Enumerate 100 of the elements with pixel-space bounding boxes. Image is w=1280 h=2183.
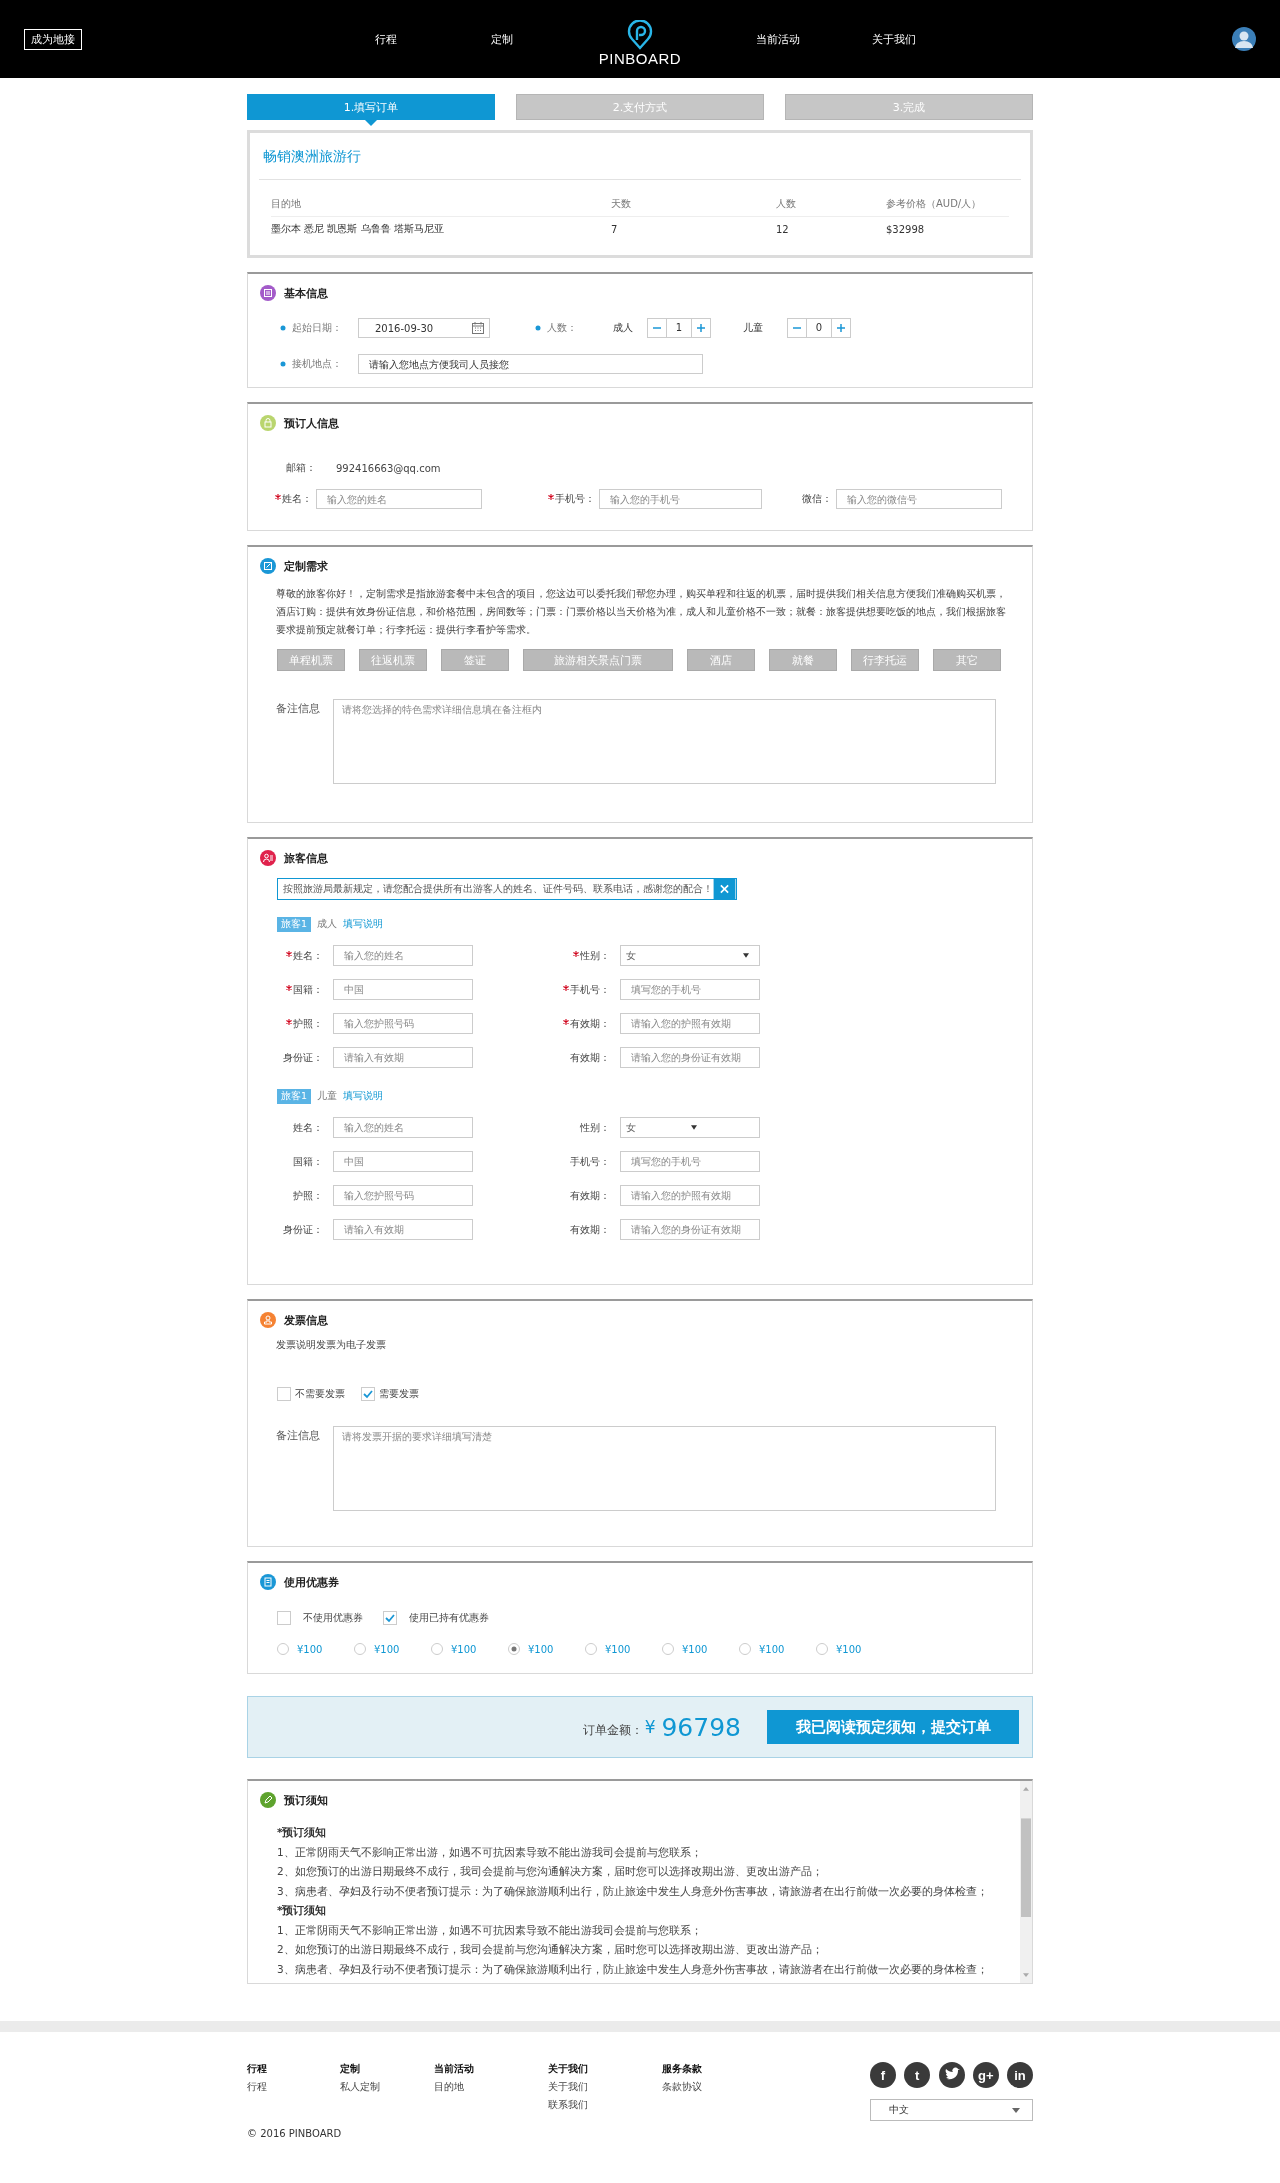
language-select[interactable]: 中文 (870, 2099, 1033, 2121)
nav-link[interactable]: 行程 (328, 31, 444, 47)
help-link[interactable]: 填写说明 (343, 1089, 384, 1103)
note-textarea[interactable]: 请将发票开据的要求详细填写清楚 (333, 1426, 996, 1511)
close-icon[interactable] (713, 879, 736, 899)
field-label: 护照： (293, 1016, 323, 1031)
coupon-amount: ¥100 (528, 1643, 554, 1655)
help-link[interactable]: 填写说明 (343, 917, 384, 931)
input-field[interactable]: 输入您的姓名 (333, 1117, 473, 1138)
checkbox[interactable] (277, 1387, 291, 1401)
nav-link[interactable]: 定制 (444, 31, 560, 47)
notice-item: 1、正常阴雨天气不影响正常出游，如遇不可抗因素导致不能出游我司会提前与您联系； (277, 1922, 703, 1938)
radio-button[interactable] (277, 1643, 289, 1655)
input-field[interactable]: 输入您护照号码 (333, 1185, 473, 1206)
checkbox-label: 不使用优惠券 (303, 1611, 363, 1625)
nav-link[interactable]: 关于我们 (836, 31, 952, 47)
input-field[interactable]: 请输入您的护照有效期 (620, 1185, 760, 1206)
input-field[interactable]: 请输入有效期 (333, 1219, 473, 1240)
checkbox[interactable] (277, 1611, 291, 1625)
footer-link[interactable]: 目的地 (434, 2080, 548, 2094)
minus-icon[interactable] (647, 318, 667, 338)
social-button[interactable]: g+ (972, 2062, 999, 2088)
stamp-icon (260, 1312, 276, 1328)
social-button[interactable]: in (1007, 2062, 1033, 2088)
checkbox[interactable] (383, 1611, 397, 1625)
footer-heading: 定制 (340, 2062, 361, 2076)
field-label: 国籍： (293, 982, 323, 997)
trip-title: 畅销澳洲旅游行 (259, 133, 1021, 180)
social-button[interactable]: t (904, 2062, 931, 2088)
field-label: 邮箱： (286, 461, 317, 475)
input-field[interactable]: 输入您护照号码 (333, 1013, 473, 1034)
checkbox[interactable] (361, 1387, 375, 1401)
notice-text: 按照旅游局最新规定，请您配合提供所有出游客人的姓名、证件号码、联系电话，感谢您的配合！ (282, 882, 713, 896)
plus-icon[interactable] (691, 318, 711, 338)
nav-link[interactable]: 当前活动 (720, 31, 836, 47)
traveler-badge: 旅客1 (277, 1088, 312, 1104)
input-field[interactable]: 请输入有效期 (333, 1047, 473, 1068)
checkbox-label: 不需要发票 (295, 1387, 345, 1401)
notice-heading: *预订须知 (277, 1903, 328, 1918)
input-field[interactable]: 填写您的手机号 (620, 1151, 760, 1172)
radio-button[interactable] (431, 1643, 443, 1655)
notice-item: 2、如您预订的出游日期最终不成行，我司会提前与您沟通解决方案，届时您可以选择改期出游、更改出游产品； (277, 1942, 824, 1957)
note-textarea[interactable]: 请将您选择的特色需求详细信息填在备注框内 (333, 699, 996, 784)
coupon-amount: ¥100 (836, 1643, 862, 1655)
radio-button[interactable] (354, 1643, 366, 1655)
footer-link[interactable]: 关于我们 (548, 2080, 662, 2094)
footer-link[interactable]: 行程 (247, 2080, 340, 2094)
bullet-icon (280, 361, 286, 367)
footer-heading: 行程 (247, 2062, 268, 2076)
scrollbar[interactable] (1020, 1781, 1032, 1983)
become-guide-button[interactable]: 成为地接 (24, 28, 82, 50)
plus-icon[interactable] (831, 318, 851, 338)
avatar[interactable] (1232, 27, 1256, 51)
footer-link[interactable]: 联系我们 (548, 2098, 662, 2112)
input-field[interactable]: 输入您的姓名 (316, 489, 482, 509)
field-label: 人数： (547, 321, 578, 335)
input-field[interactable]: 中国 (333, 979, 473, 1000)
input-field[interactable]: 输入您的微信号 (836, 489, 1002, 509)
bird-icon[interactable] (938, 2062, 965, 2088)
section-title: 基本信息 (284, 285, 328, 301)
footer-link[interactable]: 私人定制 (340, 2080, 434, 2094)
radio-button[interactable] (508, 1643, 520, 1655)
field-label: 姓名： (282, 492, 312, 506)
input-field[interactable]: 请输入您的护照有效期 (620, 1013, 760, 1034)
date-field[interactable]: 2016-09-30 (358, 318, 490, 338)
bullet-icon (535, 325, 541, 331)
logo-text: PINBOARD (598, 49, 682, 67)
minus-icon[interactable] (787, 318, 807, 338)
footer-heading: 服务条款 (662, 2062, 703, 2076)
table-cell-text: 7 (611, 223, 619, 235)
ticket-icon (260, 1574, 276, 1590)
note-label: 备注信息 (276, 701, 321, 717)
radio-button[interactable] (585, 1643, 597, 1655)
gender-select[interactable]: 女 (620, 945, 760, 966)
radio-button[interactable] (739, 1643, 751, 1655)
input-field[interactable]: 输入您的姓名 (333, 945, 473, 966)
calendar-icon[interactable] (472, 322, 484, 334)
copyright-text: © 2016 PINBOARD (247, 2128, 343, 2139)
coupon-amount: ¥100 (451, 1643, 477, 1655)
caret-icon (691, 1125, 697, 1130)
radio-button[interactable] (816, 1643, 828, 1655)
radio-button[interactable] (662, 1643, 674, 1655)
social-button[interactable]: f (870, 2062, 896, 2088)
coupon-amount: ¥100 (682, 1643, 708, 1655)
field-label: 微信： (802, 492, 832, 506)
field-label: 手机号： (570, 982, 610, 997)
pickup-location-field[interactable]: 请输入您地点方便我司人员接您 (358, 354, 703, 374)
input-field[interactable]: 请输入您的身份证有效期 (620, 1047, 760, 1068)
table-cell-text: $32998 (886, 223, 926, 235)
input-field[interactable]: 中国 (333, 1151, 473, 1172)
stepper-label: 儿童 (743, 321, 763, 335)
note-label: 备注信息 (276, 1428, 321, 1444)
gender-select[interactable]: 女 (620, 1117, 760, 1138)
caret-icon (1012, 2107, 1020, 2113)
input-field[interactable]: 填写您的手机号 (620, 979, 760, 1000)
field-label: 接机地点： (292, 357, 343, 371)
edit-icon (260, 558, 276, 574)
input-field[interactable]: 输入您的手机号 (598, 489, 762, 509)
input-field[interactable]: 请输入您的身份证有效期 (620, 1219, 760, 1240)
footer-link[interactable]: 条款协议 (662, 2080, 742, 2094)
